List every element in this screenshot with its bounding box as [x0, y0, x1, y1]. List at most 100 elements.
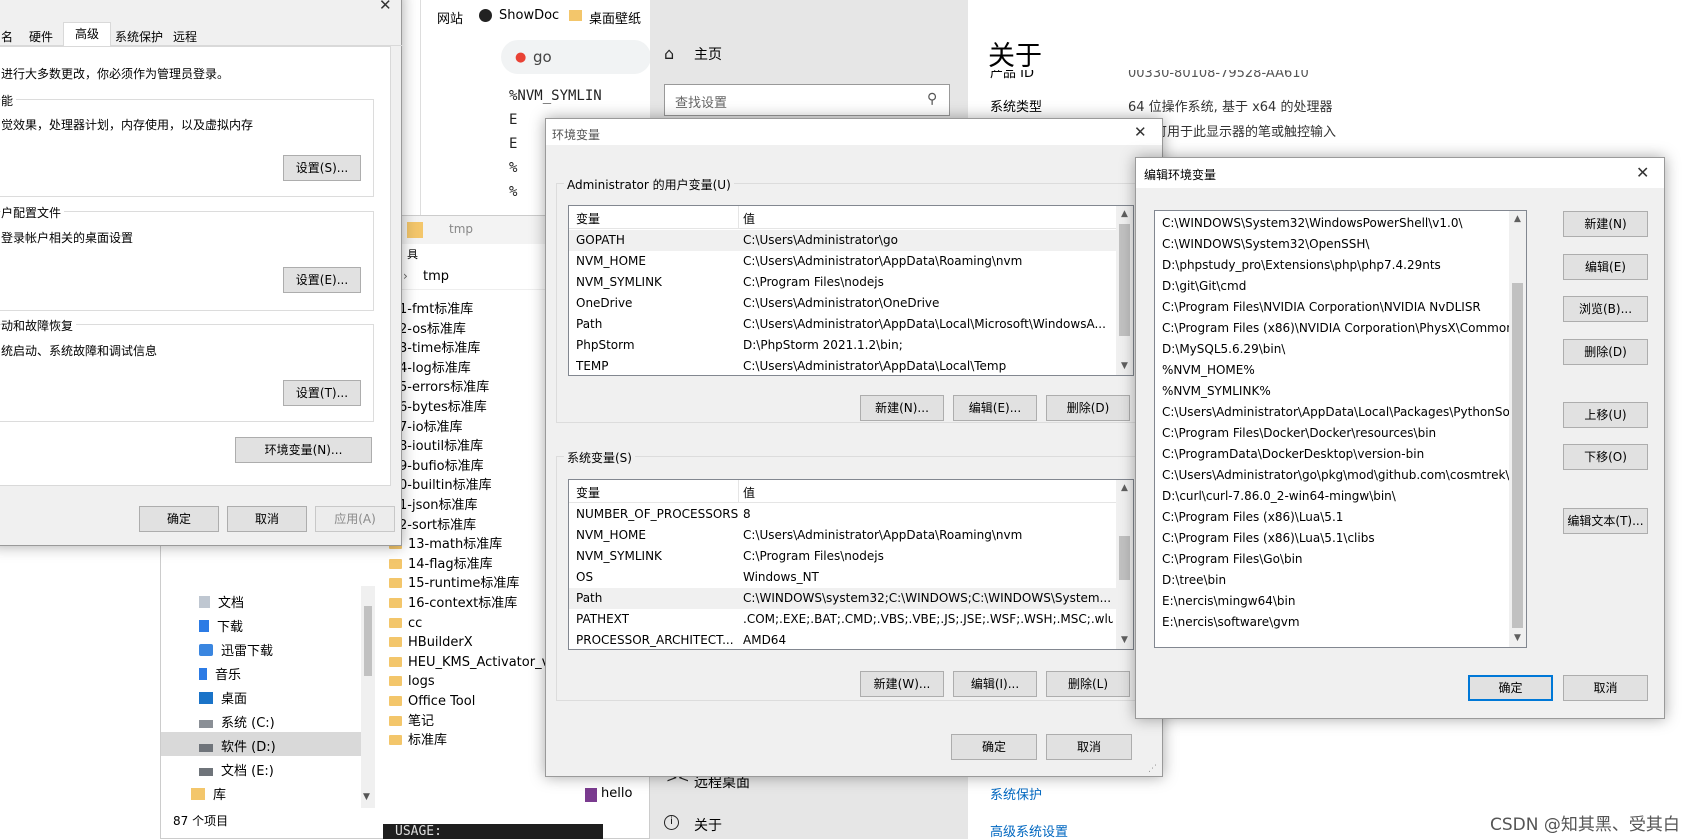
list-item[interactable]: 笔记 [389, 712, 434, 731]
user-delete-button[interactable]: 删除(D) [1046, 395, 1130, 421]
list-item[interactable]: 0-builtin标准库 [399, 476, 492, 495]
list-item[interactable]: C:\Program Files (x86)\Lua\5.1\clibs [1155, 528, 1511, 549]
list-item[interactable]: C:\Program Files (x86)\NVIDIA Corporatio… [1155, 318, 1511, 339]
col-variable[interactable]: 变量 [576, 210, 600, 227]
list-item[interactable]: C:\Program Files\NVIDIA Corporation\NVID… [1155, 297, 1511, 318]
list-item[interactable]: E:\nercis\mingw64\bin [1155, 591, 1511, 612]
browse-button[interactable]: 浏览(B)... [1563, 296, 1648, 322]
environment-variables-button[interactable]: 环境变量(N)... [235, 437, 372, 463]
settings-search-input[interactable]: 查找设置 ⚲ [664, 84, 950, 116]
list-item[interactable]: 8-ioutil标准库 [399, 437, 483, 456]
performance-settings-button[interactable]: 设置(S)... [283, 155, 361, 181]
ok-button[interactable]: 确定 [1468, 675, 1553, 701]
tab-tmp[interactable]: tmp [449, 222, 473, 236]
bookmark-showdoc[interactable]: ShowDoc [499, 8, 559, 23]
new-button[interactable]: 新建(N) [1563, 211, 1648, 237]
list-item[interactable]: D:\curl\curl-7.86.0_2-win64-mingw\bin\ [1155, 486, 1511, 507]
close-icon[interactable]: ✕ [1636, 163, 1649, 183]
list-item[interactable]: logs [389, 672, 435, 691]
nav-item-desktop[interactable]: 桌面 [199, 688, 247, 707]
tab-advanced[interactable]: 高级 [63, 22, 111, 47]
list-item[interactable]: D:\phpstudy_pro\Extensions\php\php7.4.29… [1155, 255, 1511, 276]
nav-item-library[interactable]: 库 [191, 784, 226, 803]
chevron-down-icon[interactable]: ▼ [1509, 630, 1526, 647]
apply-button[interactable]: 应用(A) [315, 506, 395, 532]
nav-item-drive-d[interactable]: 软件 (D:) [199, 736, 276, 755]
list-item[interactable]: 3-time标准库 [399, 339, 480, 358]
resize-grip-icon[interactable]: ⋰ [1148, 764, 1157, 774]
chevron-down-icon[interactable]: ▼ [1116, 358, 1133, 375]
list-item[interactable]: %NVM_SYMLINK% [1155, 381, 1511, 402]
list-item[interactable]: E:\nercis\software\gvm [1155, 612, 1511, 633]
col-value[interactable]: 值 [743, 210, 755, 227]
table-row[interactable]: TEMP C:\Users\Administrator\AppData\Local… [569, 356, 1117, 375]
startup-settings-button[interactable]: 设置(T)... [283, 380, 361, 406]
nav-item-drive-e[interactable]: 文档 (E:) [199, 760, 274, 779]
col-variable[interactable]: 变量 [576, 484, 600, 501]
list-item[interactable]: D:\MySQL5.6.29\bin\ [1155, 339, 1511, 360]
tab-hardware[interactable]: 硬件 [29, 28, 53, 45]
list-item[interactable]: C:\WINDOWS\System32\OpenSSH\ [1155, 234, 1511, 255]
nav-item-xunlei[interactable]: 迅雷下载 [199, 640, 273, 659]
user-new-button[interactable]: 新建(N)... [860, 395, 944, 421]
list-item[interactable]: 16-context标准库 [389, 594, 517, 613]
system-vars-list[interactable]: 变量 值 NUMBER_OF_PROCESSORS 8 NVM_HOME C:\Us… [568, 479, 1134, 650]
list-item[interactable]: 4-log标准库 [399, 359, 471, 378]
move-down-button[interactable]: 下移(O) [1563, 444, 1648, 470]
scrollbar-thumb[interactable] [1119, 224, 1130, 336]
list-item[interactable]: C:\Program Files\Docker\Docker\resources… [1155, 423, 1511, 444]
table-row[interactable]: NVM_SYMLINK C:\Program Files\nodejs [569, 272, 1117, 293]
search-box[interactable]: ● go [501, 40, 651, 74]
list-item[interactable]: 14-flag标准库 [389, 555, 493, 574]
list-item[interactable]: 5-errors标准库 [399, 378, 489, 397]
list-item[interactable]: 7-io标准库 [399, 418, 463, 437]
scrollbar-thumb[interactable] [1512, 283, 1523, 628]
ok-button[interactable]: 确定 [139, 506, 219, 532]
col-value[interactable]: 值 [743, 484, 755, 501]
list-item[interactable]: D:\git\Git\cmd [1155, 276, 1511, 297]
system-edit-button[interactable]: 编辑(I)... [953, 671, 1037, 697]
list-item[interactable]: 15-runtime标准库 [389, 574, 519, 593]
nav-item-downloads[interactable]: 下载 [199, 616, 243, 635]
list-item[interactable]: 13-math标准库 [389, 535, 502, 554]
edit-text-button[interactable]: 编辑文本(T)... [1563, 508, 1648, 534]
table-row[interactable]: Path C:\Users\Administrator\AppData\Local… [569, 314, 1117, 335]
list-item[interactable]: Office Tool [389, 692, 475, 711]
list-item[interactable]: 标准库 [389, 731, 447, 750]
hello-file[interactable]: hello [585, 786, 632, 802]
list-item[interactable]: 6-bytes标准库 [399, 398, 487, 417]
table-row[interactable]: OneDrive C:\Users\Administrator\OneDrive [569, 293, 1117, 314]
nav-item-drive-c[interactable]: 系统 (C:) [199, 712, 275, 731]
bookmark-wallpaper[interactable]: 桌面壁纸 [589, 8, 641, 27]
nav-scrollbar[interactable]: ▼ [361, 586, 375, 808]
list-item[interactable]: HEU_KMS_Activator_v [389, 653, 549, 672]
table-row[interactable]: PhpStorm D:\PhpStorm 2021.1.2\bin; [569, 335, 1117, 356]
chevron-down-icon[interactable]: ▼ [1116, 632, 1133, 649]
user-edit-button[interactable]: 编辑(E)... [953, 395, 1037, 421]
tab-computer-name[interactable]: 名 [1, 28, 13, 45]
list-item[interactable]: 2-sort标准库 [399, 516, 476, 535]
vertical-scrollbar[interactable]: ▲ ▼ [1116, 480, 1133, 649]
table-row[interactable]: OS Windows_NT [569, 567, 1117, 588]
link-system-protection[interactable]: 系统保护 [990, 784, 1042, 803]
system-delete-button[interactable]: 删除(L) [1046, 671, 1130, 697]
list-item[interactable]: C:\WINDOWS\System32\WindowsPowerShell\v1… [1155, 213, 1511, 234]
chevron-up-icon[interactable]: ▲ [1116, 480, 1133, 497]
list-item[interactable]: C:\Program Files\Go\bin [1155, 549, 1511, 570]
path-list[interactable]: C:\WINDOWS\System32\WindowsPowerShell\v1… [1154, 210, 1527, 648]
cancel-button[interactable]: 取消 [1563, 675, 1648, 701]
list-item[interactable]: 1-fmt标准库 [399, 300, 473, 319]
list-item[interactable]: C:\Users\Administrator\go\pkg\mod\github… [1155, 465, 1511, 486]
bookmark-website[interactable]: 网站 [437, 8, 463, 27]
table-row[interactable]: NVM_HOME C:\Users\Administrator\AppData\R… [569, 525, 1117, 546]
delete-button[interactable]: 删除(D) [1563, 339, 1648, 365]
table-row[interactable]: Path C:\WINDOWS\system32;C:\WINDOWS;C:\WI… [569, 588, 1117, 609]
edit-button[interactable]: 编辑(E) [1563, 254, 1648, 280]
table-row[interactable]: NUMBER_OF_PROCESSORS 8 [569, 504, 1117, 525]
cancel-button[interactable]: 取消 [1046, 734, 1132, 760]
close-icon[interactable]: ✕ [379, 0, 392, 15]
table-row[interactable]: GOPATH C:\Users\Administrator\go [569, 230, 1117, 251]
table-row[interactable]: PROCESSOR_ARCHITECT... AMD64 [569, 630, 1117, 649]
close-icon[interactable]: ✕ [1134, 122, 1147, 142]
list-item[interactable]: C:\Users\Administrator\AppData\Local\Pac… [1155, 402, 1511, 423]
